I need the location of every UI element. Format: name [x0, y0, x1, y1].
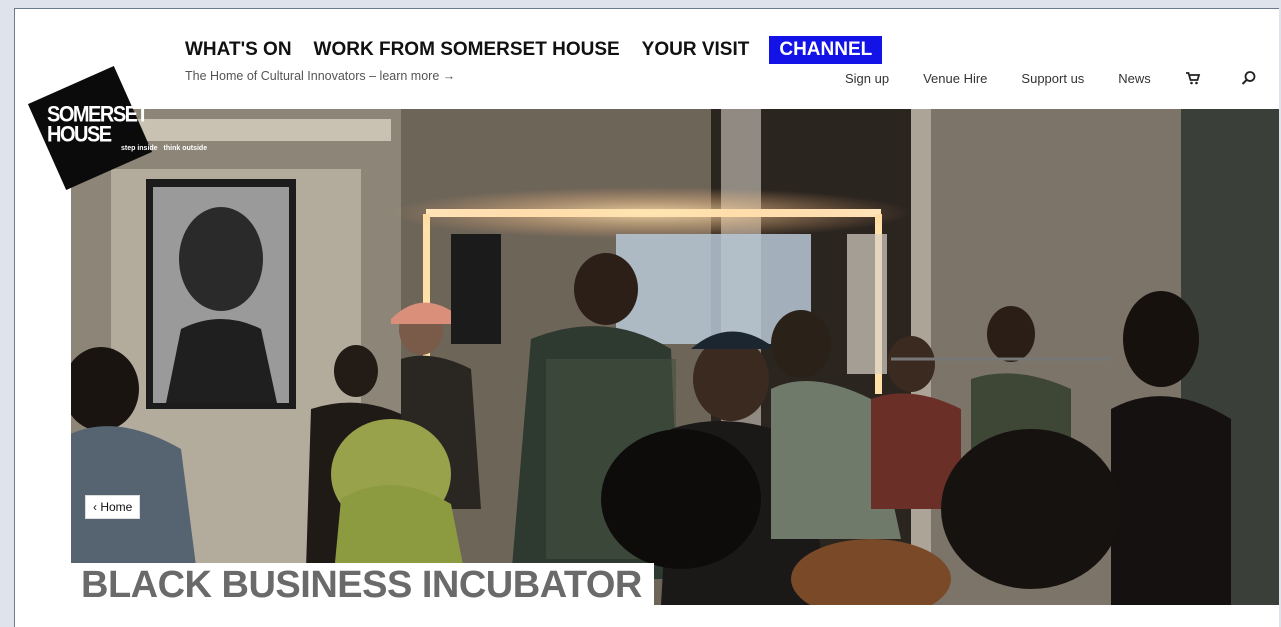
nav-your-visit[interactable]: YOUR VISIT [642, 39, 750, 61]
hero-image [71, 109, 1279, 605]
nav-whats-on[interactable]: WHAT'S ON [185, 39, 292, 61]
logo-tag1: step inside [121, 145, 158, 152]
hero-photo-illustration [71, 109, 1279, 605]
page-title-bar: BLACK BUSINESS INCUBATOR [71, 563, 654, 607]
logo-wordmark: SOMERSET HOUSE [47, 104, 149, 147]
search-icon[interactable] [1241, 70, 1257, 86]
signup-link[interactable]: Sign up [845, 71, 889, 86]
main-nav: WHAT'S ON WORK FROM SOMERSET HOUSE YOUR … [185, 35, 904, 65]
nav-work-from-somerset-house[interactable]: WORK FROM SOMERSET HOUSE [314, 39, 620, 61]
utility-nav: Sign up Venue Hire Support us News [845, 68, 1257, 88]
tagline-link[interactable]: The Home of Cultural Innovators – learn … [185, 69, 455, 83]
nav-channel[interactable]: CHANNEL [769, 36, 883, 64]
news-link[interactable]: News [1118, 71, 1151, 86]
page-title: BLACK BUSINESS INCUBATOR [81, 563, 642, 606]
logo-tag2: think outside [163, 145, 208, 152]
venue-hire-link[interactable]: Venue Hire [923, 71, 987, 86]
support-us-link[interactable]: Support us [1021, 71, 1084, 86]
browser-frame: SOMERSET HOUSE step inside think outside… [14, 8, 1279, 627]
somerset-house-logo[interactable]: SOMERSET HOUSE step inside think outside [27, 65, 207, 191]
breadcrumb-home-button[interactable]: ‹ Home [85, 495, 141, 519]
basket-icon[interactable] [1185, 70, 1201, 86]
logo-tagline: step inside think outside [121, 145, 211, 152]
logo-line2: HOUSE [47, 122, 112, 147]
